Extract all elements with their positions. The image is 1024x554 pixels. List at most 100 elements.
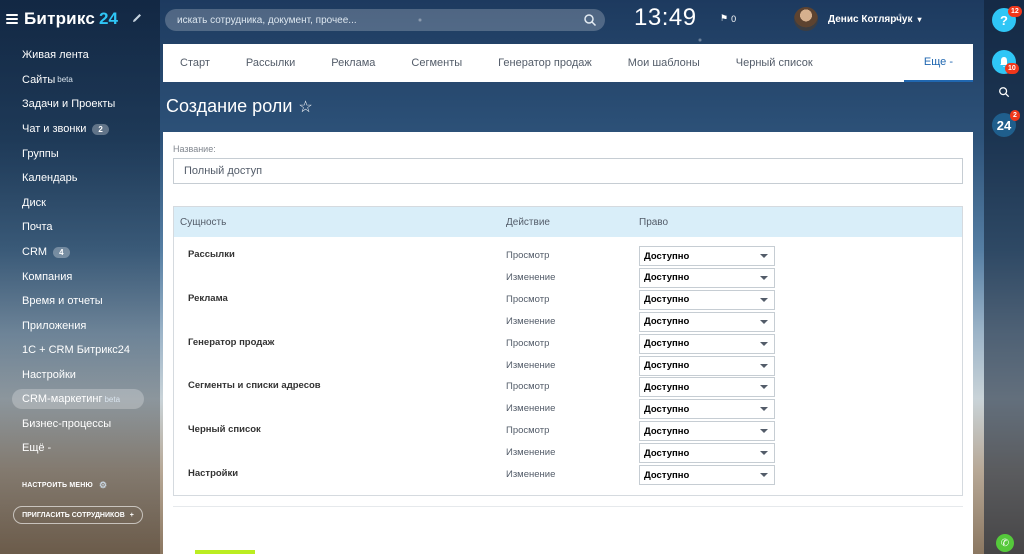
header-right: Право [639,217,669,228]
user-menu[interactable]: Денис Котлярчук ▾ [794,7,922,31]
permission-select[interactable]: Доступно [639,443,775,464]
sidebar-item-label: Почта [22,221,53,234]
permission-value: Доступно [644,294,690,306]
action-name: Изменение [506,469,556,480]
permission-value: Доступно [644,381,690,393]
sidebar-item[interactable]: Календарь [0,166,160,191]
logo[interactable]: Битрикс 24 [6,8,118,30]
header-action: Действие [506,217,550,228]
tab[interactable]: Старт [163,44,228,82]
sidebar-item[interactable]: Ещё - [0,436,160,461]
phone-icon[interactable]: ✆ [996,534,1014,552]
sidebar-item-label: Задачи и Проекты [22,98,116,111]
action-name: Изменение [506,403,556,415]
sidebar-item[interactable]: Задачи и Проекты [0,92,160,117]
table-row: Изменение Доступно [174,442,962,464]
chevron-down-icon [760,275,768,280]
question-icon: ? [1000,12,1008,28]
entity-name: Настройки [188,468,239,479]
chevron-down-icon [760,254,768,258]
chevron-down-icon [760,319,768,324]
permission-value: Доступно [644,316,690,328]
beta-tag: beta [57,75,73,85]
sidebar-nav: Живая лента Сайты beta Задачи и Проекты Чат … [0,43,160,461]
sidebar-item[interactable]: Чат и звонки 2 [0,117,160,142]
search-icon[interactable] [583,13,597,27]
counter-badge: 4 [53,246,70,258]
plus-icon: + [129,511,134,519]
sidebar-item[interactable]: Время и отчеты [0,289,160,314]
sidebar-item[interactable]: 1С + CRM Битрикс24 [0,338,160,363]
permission-select[interactable]: Доступно [639,289,775,310]
search-input[interactable]: искать сотрудника, документ, прочее... [165,9,605,31]
tab[interactable]: Сегменты [393,44,480,82]
permission-select[interactable]: Доступно [639,355,775,376]
permission-value: Доступно [644,250,690,262]
gear-icon: ⚙ [98,480,108,490]
name-label: Название: [173,144,216,154]
permission-select[interactable]: Доступно [639,333,775,354]
permission-select[interactable]: Доступно [639,465,775,485]
sidebar-item[interactable]: Живая лента [0,43,160,68]
star-icon[interactable]: ☆ [298,97,312,117]
sidebar-item-label: CRM-маркетинг [22,393,103,406]
tab[interactable]: Рассылки [228,44,313,82]
tab-more[interactable]: Еще - [903,44,973,82]
chevron-down-icon [760,385,768,390]
table-row: Изменение Доступно [174,398,962,420]
sidebar-item[interactable]: Сайты beta [0,68,160,93]
sidebar-item[interactable]: Настройки [0,363,160,388]
permission-value: Доступно [644,469,690,481]
permission-select[interactable]: Доступно [639,377,775,398]
clock[interactable]: 13:49 [634,4,697,32]
sidebar-item[interactable]: Почта [0,215,160,240]
page-title-block: Создание роли ☆ [166,96,313,117]
table-row: Изменение Доступно [174,355,962,377]
sidebar-item[interactable]: CRM-маркетинг beta [12,389,144,410]
save-button[interactable] [195,550,255,554]
tab[interactable]: Генератор продаж [480,44,610,82]
sidebar-item-label: Компания [22,270,73,283]
sidebar-item-label: Настройки [22,369,76,382]
permission-select[interactable]: Доступно [639,399,775,420]
sidebar-item[interactable]: Бизнес-процессы [0,411,160,436]
chevron-down-icon [760,363,768,368]
sidebar-item[interactable]: Диск [0,191,160,216]
permission-select[interactable]: Доступно [639,421,775,442]
menu-icon[interactable] [6,14,18,24]
user-name: Денис Котлярчук [828,13,913,25]
sidebar-item-label: Календарь [22,172,78,185]
role-name-input[interactable]: Полный доступ [173,158,963,184]
sidebar-item[interactable]: Группы [0,141,160,166]
entity-name: Черный список [188,424,261,436]
tab[interactable]: Черный список [718,44,831,82]
pencil-icon[interactable] [131,12,143,24]
sidebar-item[interactable]: Приложения [0,314,160,339]
flag-counter[interactable]: ⚑ 0 [720,13,736,24]
permission-value: Доступно [644,447,690,459]
table-row: Сегменты и списки адресов Просмотр Доступн… [174,376,962,398]
tab[interactable]: Реклама [313,44,393,82]
sidebar-item[interactable]: CRM 4 [0,240,160,265]
chevron-down-icon [760,341,768,346]
permission-value: Доступно [644,338,690,350]
top-tabs: Старт Рассылки Реклама Сегменты Генератор пр… [163,44,973,82]
sidebar-item[interactable]: Компания [0,264,160,289]
entity-name: Генератор продаж [188,336,275,348]
setup-menu-button[interactable]: НАСТРОИТЬ МЕНЮ ⚙ [22,480,107,491]
sidebar-item-label: CRM [22,246,48,259]
chevron-down-icon [760,429,768,434]
chevron-down-icon [760,473,768,477]
beta-tag: beta [104,394,121,404]
sidebar-item-label: Группы [22,147,59,160]
permission-select[interactable]: Доступно [639,311,775,332]
b24-label: 24 [996,117,1012,133]
tab[interactable]: Мои шаблоны [610,44,718,82]
action-name: Изменение [506,315,556,327]
search-sidebar-button[interactable] [992,80,1016,104]
invite-employees-button[interactable]: ПРИГЛАСИТЬ СОТРУДНИКОВ + [13,506,143,524]
sidebar-item-label: Чат и звонки [22,123,87,136]
permission-select[interactable]: Доступно [639,246,775,266]
action-name: Изменение [506,271,556,283]
permission-select[interactable]: Доступно [639,267,775,288]
